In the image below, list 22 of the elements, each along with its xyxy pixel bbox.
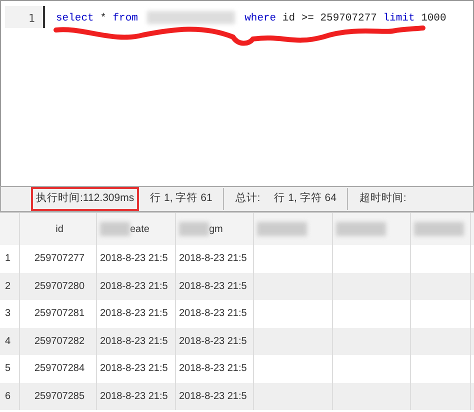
row-number: 2	[0, 272, 20, 300]
table-cell: 2018-8-23 21:5	[97, 272, 176, 300]
column-header: gm	[209, 222, 223, 236]
table-cell: 2018-8-23 21:5	[97, 328, 176, 355]
status-text: 行 1, 字符 61	[149, 191, 214, 206]
status-text: 行 1, 字符 64	[273, 191, 338, 206]
column-header: id	[56, 222, 64, 236]
row-number: 4	[0, 328, 20, 355]
sql-editor-text[interactable]: select * from where id >= 259707277 limit 1000	[45, 1, 446, 186]
status-text: 超时时间:	[358, 191, 408, 206]
table-cell: 2018-8-23 21:5	[97, 382, 176, 410]
table-cell: 259707285	[20, 382, 97, 410]
table-cell: 259707280	[20, 272, 97, 300]
table-cell: 2018-8-23 21:5	[176, 328, 254, 355]
row-number: 6	[0, 382, 20, 410]
column-header: eate	[130, 222, 150, 236]
status-text: 总计:	[234, 191, 262, 206]
table-cell: 2018-8-23 21:5	[176, 272, 254, 300]
line-number: 1	[5, 6, 45, 28]
table-cell: 2018-8-23 21:5	[176, 382, 254, 410]
status-text: 执行时间:112.309ms	[31, 187, 140, 211]
table-cell: 259707282	[20, 328, 97, 355]
